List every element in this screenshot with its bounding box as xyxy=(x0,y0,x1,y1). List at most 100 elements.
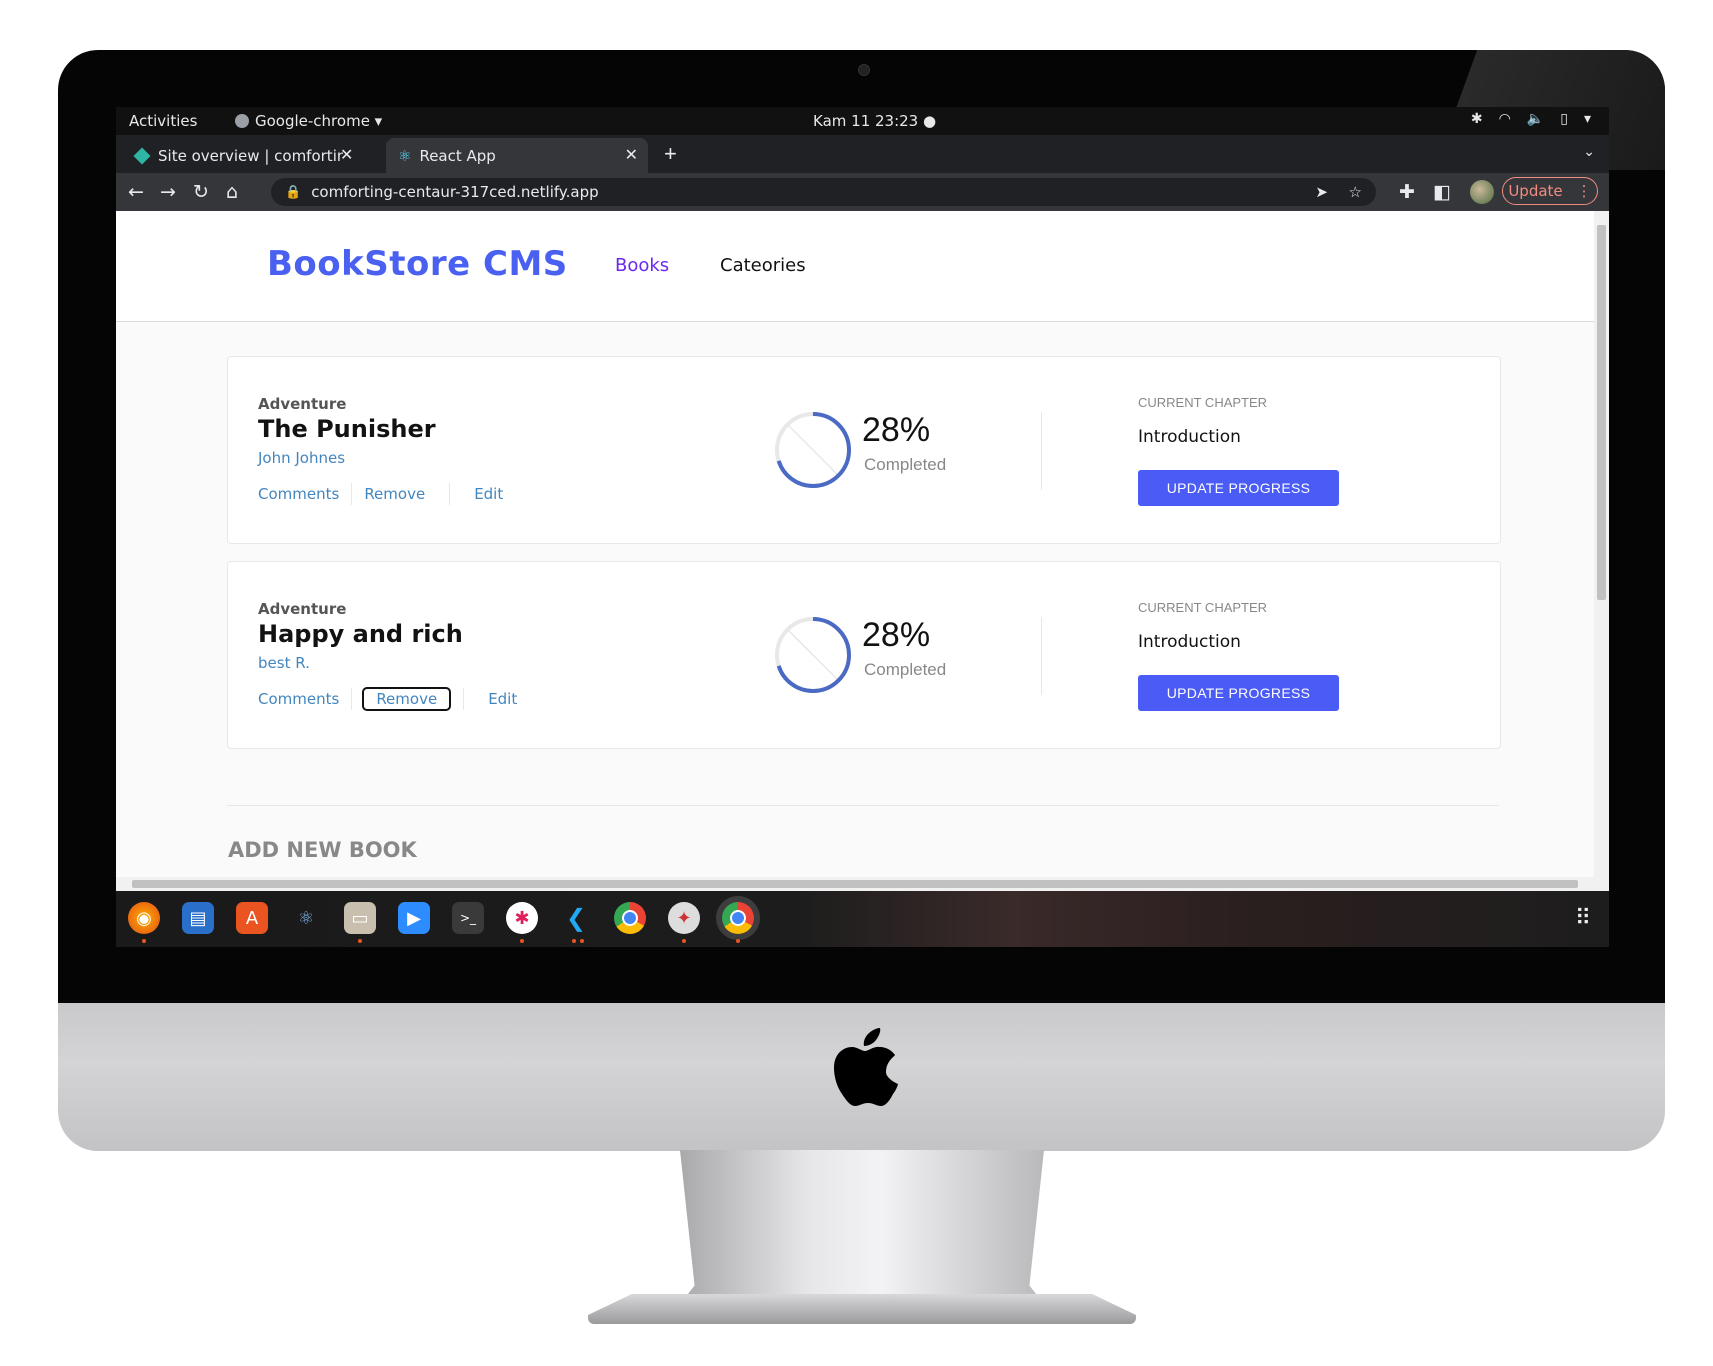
progress-percent: 28% xyxy=(862,616,931,654)
progress-ring xyxy=(775,412,851,488)
book-author: best R. xyxy=(258,654,310,672)
edit-button[interactable]: Edit xyxy=(474,483,503,505)
terminal-icon[interactable]: >_ xyxy=(452,902,484,934)
activities-button[interactable]: Activities xyxy=(129,112,197,130)
browser-toolbar: ← → ↻ ⌂ 🔒 comforting-centaur-317ced.netl… xyxy=(116,173,1609,211)
action-divider xyxy=(351,483,353,505)
edit-button[interactable]: Edit xyxy=(488,688,517,710)
horizontal-scrollbar[interactable] xyxy=(116,877,1609,891)
book-actions: Comments Remove Edit xyxy=(258,687,517,711)
avatar[interactable] xyxy=(1470,180,1494,204)
site-header: BookStore CMS Books Cateories xyxy=(116,211,1594,322)
url-text[interactable]: comforting-centaur-317ced.netlify.app xyxy=(311,183,598,201)
reload-icon[interactable]: ↻ xyxy=(193,181,209,203)
add-book-title: ADD NEW BOOK xyxy=(228,838,417,862)
progress-ring xyxy=(775,617,851,693)
ubuntu-dock: ◉ ▤ A ⚛ ▭ ▶ >_ ✱ ❮ ✦ ⠿ xyxy=(116,891,1609,947)
comments-button[interactable]: Comments xyxy=(258,483,339,505)
update-progress-button[interactable]: UPDATE PROGRESS xyxy=(1138,675,1339,711)
bookmark-star-icon[interactable]: ☆ xyxy=(1349,183,1362,201)
chrome-icon[interactable] xyxy=(614,902,646,934)
send-icon[interactable]: ➤ xyxy=(1315,183,1328,201)
slack-icon[interactable]: ✱ xyxy=(506,902,538,934)
kebab-menu-icon: ⋮ xyxy=(1576,182,1592,200)
writer-icon[interactable]: ▤ xyxy=(182,902,214,934)
nav-books-link[interactable]: Books xyxy=(615,255,669,276)
tab-title: Site overview | comfortin xyxy=(158,146,343,165)
tab-react-app[interactable]: ⚛ React App ✕ xyxy=(386,138,648,173)
web-page: BookStore CMS Books Cateories Adventure … xyxy=(116,211,1594,877)
back-icon[interactable]: ← xyxy=(128,181,144,203)
current-chapter: Introduction xyxy=(1138,427,1241,447)
camera xyxy=(858,64,870,76)
tab-title: React App xyxy=(419,146,496,165)
section-divider xyxy=(1041,412,1042,490)
new-tab-button[interactable]: + xyxy=(664,141,677,167)
home-icon[interactable]: ⌂ xyxy=(226,181,238,203)
files-icon[interactable]: ▭ xyxy=(344,902,376,934)
book-genre: Adventure xyxy=(258,600,347,618)
current-chapter: Introduction xyxy=(1138,632,1241,652)
close-tab-icon[interactable]: ✕ xyxy=(340,145,353,164)
forward-icon[interactable]: → xyxy=(160,181,176,203)
app-menu[interactable]: Google-chrome ▾ xyxy=(235,112,382,130)
gnome-top-bar: Activities Google-chrome ▾ Kam 11 23:23 … xyxy=(116,107,1609,135)
react-icon: ⚛ xyxy=(398,146,412,165)
tab-strip: Site overview | comfortin ✕ ⚛ React App … xyxy=(116,135,1609,173)
current-chapter-label: CURRENT CHAPTER xyxy=(1138,600,1268,615)
vertical-scrollbar[interactable] xyxy=(1594,211,1609,877)
update-progress-button[interactable]: UPDATE PROGRESS xyxy=(1138,470,1339,506)
netlify-icon xyxy=(133,147,151,164)
zoom-icon[interactable]: ▶ xyxy=(398,902,430,934)
tab-search-chevron-icon[interactable]: ⌄ xyxy=(1583,143,1595,160)
book-title: The Punisher xyxy=(258,415,436,443)
running-indicator xyxy=(520,939,524,943)
horizontal-scroll-thumb[interactable] xyxy=(132,880,1578,888)
remove-button[interactable]: Remove xyxy=(364,483,425,505)
side-panel-icon[interactable]: ◧ xyxy=(1433,181,1451,203)
running-indicator xyxy=(142,939,146,943)
book-genre: Adventure xyxy=(258,395,347,413)
running-indicator xyxy=(358,939,362,943)
action-divider xyxy=(449,483,451,505)
slack-tray-icon[interactable]: ✱ xyxy=(1471,111,1483,127)
firefox-icon[interactable]: ◉ xyxy=(128,902,160,934)
stand-neck xyxy=(680,1150,1044,1304)
update-label: Update xyxy=(1508,182,1563,200)
screen: Activities Google-chrome ▾ Kam 11 23:23 … xyxy=(116,107,1609,947)
remove-button[interactable]: Remove xyxy=(362,687,452,711)
close-tab-icon[interactable]: ✕ xyxy=(625,145,638,164)
section-divider xyxy=(1041,617,1042,695)
update-button[interactable]: Update ⋮ xyxy=(1502,177,1598,205)
compass-icon[interactable]: ✦ xyxy=(668,902,700,934)
vscode-icon[interactable]: ❮ xyxy=(560,902,592,934)
stand-base xyxy=(588,1294,1136,1324)
atom-icon[interactable]: ⚛ xyxy=(290,902,322,934)
nav-categories-link[interactable]: Cateories xyxy=(720,255,806,276)
progress-completed-label: Completed xyxy=(864,660,947,679)
site-logo[interactable]: BookStore CMS xyxy=(267,244,568,284)
system-tray[interactable]: ✱ ◠ 🔈 ▯ ▾ xyxy=(1471,111,1591,127)
show-applications-icon[interactable]: ⠿ xyxy=(1575,906,1591,931)
extensions-icon[interactable]: ✚ xyxy=(1399,181,1415,203)
vertical-scroll-thumb[interactable] xyxy=(1597,225,1606,600)
lock-icon[interactable]: 🔒 xyxy=(285,185,301,200)
book-author: John Johnes xyxy=(258,449,346,467)
progress-completed-label: Completed xyxy=(864,455,947,474)
progress-percent: 28% xyxy=(862,411,931,449)
wifi-icon: ◠ xyxy=(1498,111,1511,127)
system-menu-chevron-icon[interactable]: ▾ xyxy=(1584,111,1591,127)
chrome-icon xyxy=(235,114,249,128)
comments-button[interactable]: Comments xyxy=(258,688,339,710)
app-center-icon[interactable]: A xyxy=(236,902,268,934)
battery-icon: ▯ xyxy=(1560,111,1568,127)
apple-logo-icon xyxy=(834,1028,898,1106)
form-divider xyxy=(227,805,1499,806)
app-menu-label: Google-chrome ▾ xyxy=(255,112,383,130)
book-title: Happy and rich xyxy=(258,620,463,648)
volume-icon: 🔈 xyxy=(1526,111,1545,127)
chrome-active-icon[interactable] xyxy=(722,902,754,934)
current-chapter-label: CURRENT CHAPTER xyxy=(1138,395,1268,410)
address-bar[interactable]: 🔒 comforting-centaur-317ced.netlify.app … xyxy=(271,178,1376,206)
clock[interactable]: Kam 11 23:23 ● xyxy=(813,112,936,130)
